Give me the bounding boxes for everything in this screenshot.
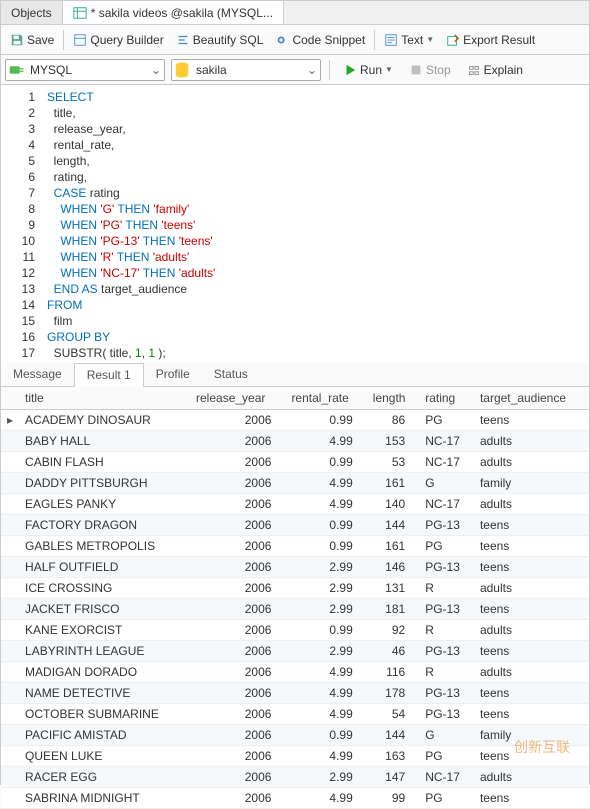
tab-objects[interactable]: Objects: [1, 1, 63, 24]
run-label: Run: [360, 63, 382, 77]
table-row[interactable]: BABY HALL20064.99153NC-17adults: [1, 431, 589, 452]
query-builder-button[interactable]: Query Builder: [68, 30, 168, 50]
save-button[interactable]: Save: [5, 30, 59, 50]
beautify-button[interactable]: Beautify SQL: [171, 30, 269, 50]
tab-label: * sakila videos @sakila (MYSQL...: [91, 6, 273, 20]
explain-button[interactable]: Explain: [462, 60, 528, 80]
snippet-icon: [275, 33, 289, 47]
tab-file[interactable]: * sakila videos @sakila (MYSQL...: [63, 1, 284, 24]
col-target_audience[interactable]: target_audience: [474, 387, 589, 410]
database-combo[interactable]: sakila ⌄: [171, 59, 321, 81]
table-row[interactable]: CABIN FLASH20060.9953NC-17adults: [1, 452, 589, 473]
explain-label: Explain: [484, 63, 523, 77]
table-row[interactable]: PACIFIC AMISTAD20060.99144Gfamily: [1, 725, 589, 746]
table-row[interactable]: ▸ACADEMY DINOSAUR20060.9986PGteens: [1, 410, 589, 431]
tab-message[interactable]: Message: [1, 363, 74, 386]
table-icon: [73, 6, 87, 20]
text-icon: [384, 33, 398, 47]
tab-status[interactable]: Status: [202, 363, 260, 386]
tab-profile[interactable]: Profile: [144, 363, 202, 386]
connection-combo[interactable]: MYSQL ⌄: [5, 59, 165, 81]
table-row[interactable]: EAGLES PANKY20064.99140NC-17adults: [1, 494, 589, 515]
table-row[interactable]: GABLES METROPOLIS20060.99161PGteens: [1, 536, 589, 557]
stop-button[interactable]: Stop: [404, 60, 456, 80]
export-button[interactable]: Export Result: [441, 30, 540, 50]
col-rating[interactable]: rating: [419, 387, 474, 410]
combo-text: sakila: [192, 63, 304, 77]
table-row[interactable]: FACTORY DRAGON20060.99144PG-13teens: [1, 515, 589, 536]
beautify-label: Beautify SQL: [193, 33, 264, 47]
combo-text: MYSQL: [26, 63, 148, 77]
snippet-button[interactable]: Code Snippet: [270, 30, 370, 50]
chevron-down-icon: ▼: [426, 35, 434, 44]
col-release_year[interactable]: release_year: [190, 387, 285, 410]
table-row[interactable]: OCTOBER SUBMARINE20064.9954PG-13teens: [1, 704, 589, 725]
tab-label: Objects: [11, 6, 52, 20]
table-row[interactable]: KANE EXORCIST20060.9992Radults: [1, 620, 589, 641]
text-button[interactable]: Text▼: [379, 30, 439, 50]
plug-icon: [6, 60, 26, 80]
stop-icon: [409, 63, 423, 77]
table-row[interactable]: JACKET FRISCO20062.99181PG-13teens: [1, 599, 589, 620]
run-button[interactable]: Run▼: [338, 60, 398, 80]
result-tabs: Message Result 1 Profile Status: [1, 363, 589, 387]
beautify-icon: [176, 33, 190, 47]
chevron-down-icon: ⌄: [304, 63, 320, 77]
chevron-down-icon: ⌄: [148, 63, 164, 77]
table-row[interactable]: LABYRINTH LEAGUE20062.9946PG-13teens: [1, 641, 589, 662]
snippet-label: Code Snippet: [292, 33, 365, 47]
col-length[interactable]: length: [367, 387, 419, 410]
table-row[interactable]: RACER EGG20062.99147NC-17adults: [1, 767, 589, 788]
disk-icon: [10, 33, 24, 47]
explain-icon: [467, 63, 481, 77]
table-row[interactable]: DADDY PITTSBURGH20064.99161Gfamily: [1, 473, 589, 494]
result-grid[interactable]: titlerelease_yearrental_ratelengthrating…: [1, 387, 589, 809]
qb-label: Query Builder: [90, 33, 163, 47]
export-label: Export Result: [463, 33, 535, 47]
export-icon: [446, 33, 460, 47]
stop-label: Stop: [426, 63, 451, 77]
text-label: Text: [401, 33, 423, 47]
table-row[interactable]: NAME DETECTIVE20064.99178PG-13teens: [1, 683, 589, 704]
table-row[interactable]: QUEEN LUKE20064.99163PGteens: [1, 746, 589, 767]
table-row[interactable]: SABRINA MIDNIGHT20064.9999PGteens: [1, 788, 589, 809]
chevron-down-icon: ▼: [385, 65, 393, 74]
play-icon: [343, 63, 357, 77]
col-rental_rate[interactable]: rental_rate: [285, 387, 366, 410]
top-tabs: Objects * sakila videos @sakila (MYSQL..…: [1, 1, 589, 25]
sql-editor[interactable]: 1234567−891011121314151617 SELECT title,…: [1, 85, 589, 363]
table-row[interactable]: HALF OUTFIELD20062.99146PG-13teens: [1, 557, 589, 578]
watermark: 创新互联: [514, 737, 570, 757]
connection-toolbar: MYSQL ⌄ sakila ⌄ Run▼ Stop Explain: [1, 55, 589, 85]
save-label: Save: [27, 33, 54, 47]
tab-result1[interactable]: Result 1: [74, 363, 144, 387]
table-row[interactable]: MADIGAN DORADO20064.99116Radults: [1, 662, 589, 683]
main-toolbar: Save Query Builder Beautify SQL Code Sni…: [1, 25, 589, 55]
database-icon: [172, 60, 192, 80]
table-row[interactable]: ICE CROSSING20062.99131Radults: [1, 578, 589, 599]
builder-icon: [73, 33, 87, 47]
col-title[interactable]: title: [19, 387, 190, 410]
